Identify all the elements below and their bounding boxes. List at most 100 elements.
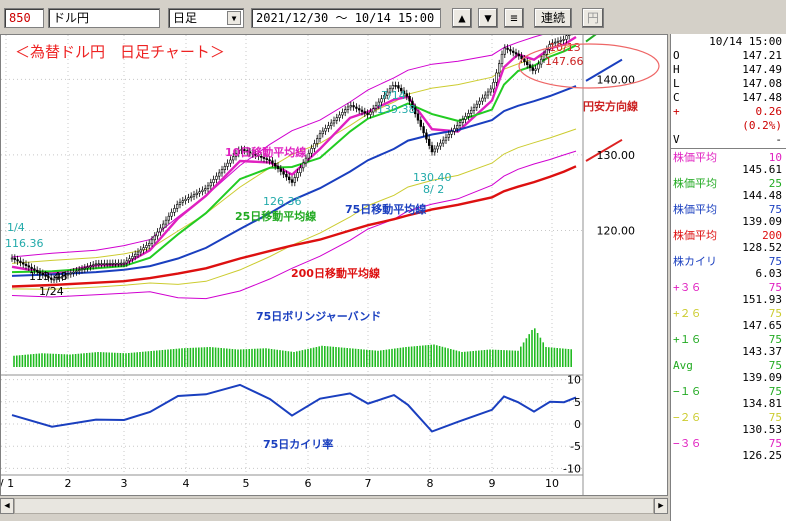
candle-body bbox=[192, 194, 196, 197]
volume-bar bbox=[186, 348, 189, 367]
indicator-label: −２６ bbox=[673, 411, 702, 424]
ohlc-value: 0.26 bbox=[755, 105, 783, 118]
volume-bar bbox=[164, 349, 166, 367]
volume-bar bbox=[142, 351, 144, 367]
volume-bar bbox=[46, 353, 49, 367]
candle-body bbox=[315, 138, 319, 144]
candle-body bbox=[464, 116, 467, 120]
volume-bar bbox=[391, 348, 393, 367]
candle-body bbox=[285, 173, 288, 178]
horizontal-scrollbar[interactable]: ◀ ▶ bbox=[0, 496, 668, 521]
chart-area[interactable]: 120.00 130.00 140.00 10 5 0 -5 -10/ 1 2 3 4 5 6 7 8 9 10… bbox=[0, 34, 668, 496]
volume-bar bbox=[256, 348, 259, 367]
candle-body bbox=[296, 172, 299, 178]
candle-body bbox=[190, 195, 193, 198]
volume-bar bbox=[63, 354, 66, 367]
scroll-track[interactable] bbox=[14, 498, 654, 514]
candle-body bbox=[405, 93, 408, 97]
volume-bar bbox=[83, 353, 85, 367]
volume-bar bbox=[438, 346, 441, 367]
indicator-value-row: 6.03 bbox=[673, 268, 783, 280]
scroll-down-button[interactable]: ▼ bbox=[478, 8, 498, 28]
volume-bar bbox=[486, 349, 488, 367]
volume-bar bbox=[312, 347, 315, 367]
volume-bar bbox=[298, 350, 301, 367]
ohlc-value: 147.49 bbox=[742, 63, 782, 76]
candle-body bbox=[489, 88, 492, 93]
candle-body bbox=[528, 64, 532, 68]
volume-bar bbox=[32, 354, 35, 367]
volume-bar bbox=[553, 347, 556, 367]
indicator-label: Avg bbox=[673, 359, 693, 372]
continuous-button[interactable]: 連続 bbox=[534, 8, 572, 28]
volume-bar bbox=[500, 350, 502, 367]
volume-bar bbox=[335, 347, 337, 367]
volume-bar bbox=[220, 348, 222, 367]
panel-ohlc-row: C 147.48 bbox=[673, 92, 782, 104]
volume-bar bbox=[366, 349, 368, 367]
volume-bar bbox=[480, 350, 483, 367]
volume-bar bbox=[396, 348, 399, 367]
volume-bar bbox=[441, 346, 444, 367]
panel-change-pct: (0.2%) bbox=[742, 119, 782, 132]
symbol-code-field[interactable]: 850 bbox=[4, 8, 44, 28]
volume-bar bbox=[130, 352, 133, 367]
menu-button[interactable]: ≡ bbox=[504, 8, 524, 28]
ohlc-label: O bbox=[673, 49, 680, 62]
candle-body bbox=[422, 126, 425, 134]
indicator-label: 株価平均 bbox=[673, 151, 717, 164]
volume-bar bbox=[368, 350, 371, 367]
volume-bar bbox=[475, 350, 477, 367]
candle-body bbox=[187, 197, 190, 200]
annot-price: 126.36 bbox=[263, 195, 302, 208]
yen-weak-label: 円安方向線 bbox=[583, 99, 638, 113]
indicator-label: 株価平均 bbox=[673, 203, 717, 216]
candle-body bbox=[198, 191, 201, 194]
date-range-field[interactable]: 2021/12/30 ～ 10/14 15:00 bbox=[251, 8, 441, 28]
volume-bar bbox=[58, 354, 60, 367]
scroll-right-icon[interactable]: ▶ bbox=[654, 498, 668, 514]
volume-bar bbox=[329, 346, 332, 367]
candle-body bbox=[215, 175, 218, 180]
candle-body bbox=[131, 256, 134, 259]
x-tick-label: 6 bbox=[305, 477, 312, 490]
scroll-left-icon[interactable]: ◀ bbox=[0, 498, 14, 514]
candle-body bbox=[433, 148, 436, 153]
indicator-value-row: 145.61 bbox=[673, 164, 782, 176]
x-tick-label: 8 bbox=[427, 477, 434, 490]
candle-body bbox=[170, 211, 173, 217]
period-select[interactable]: 日足 ▼ bbox=[168, 8, 244, 28]
candle-body bbox=[567, 35, 571, 36]
volume-bar bbox=[41, 353, 43, 367]
volume-bar bbox=[128, 353, 130, 367]
volume-bar bbox=[27, 354, 29, 367]
indicator-value-row: 144.48 bbox=[673, 190, 782, 202]
candle-body bbox=[539, 58, 543, 65]
panel-datetime: 10/14 15:00 bbox=[709, 35, 782, 48]
candle-body bbox=[24, 263, 28, 266]
volume-bar bbox=[567, 349, 570, 367]
volume-bar bbox=[508, 350, 511, 367]
symbol-name-field[interactable]: ドル円 bbox=[48, 8, 160, 28]
volume-bar bbox=[548, 347, 550, 367]
volume-bar bbox=[181, 348, 183, 367]
price-tick-label: 130.00 bbox=[597, 149, 636, 162]
candle-body bbox=[481, 97, 484, 102]
volume-bar bbox=[296, 351, 298, 367]
candle-body bbox=[394, 85, 397, 87]
x-tick-label: / 1 bbox=[1, 477, 14, 490]
scroll-up-button[interactable]: ▲ bbox=[452, 8, 472, 28]
yen-button[interactable]: 円 bbox=[582, 8, 604, 28]
candle-body bbox=[439, 142, 442, 147]
volume-bar bbox=[472, 351, 474, 367]
volume-bar bbox=[394, 348, 396, 367]
volume-bar bbox=[60, 354, 63, 367]
indicator-label: 株カイリ bbox=[673, 255, 717, 268]
volume-bar bbox=[52, 353, 54, 367]
volume-bar bbox=[16, 355, 18, 367]
volume-bar bbox=[332, 346, 334, 367]
candle-body bbox=[444, 136, 448, 141]
candle-body bbox=[159, 227, 162, 233]
indicator-value-row: 134.81 bbox=[673, 398, 782, 410]
panel-ohlc-row: L 147.08 bbox=[673, 78, 782, 90]
